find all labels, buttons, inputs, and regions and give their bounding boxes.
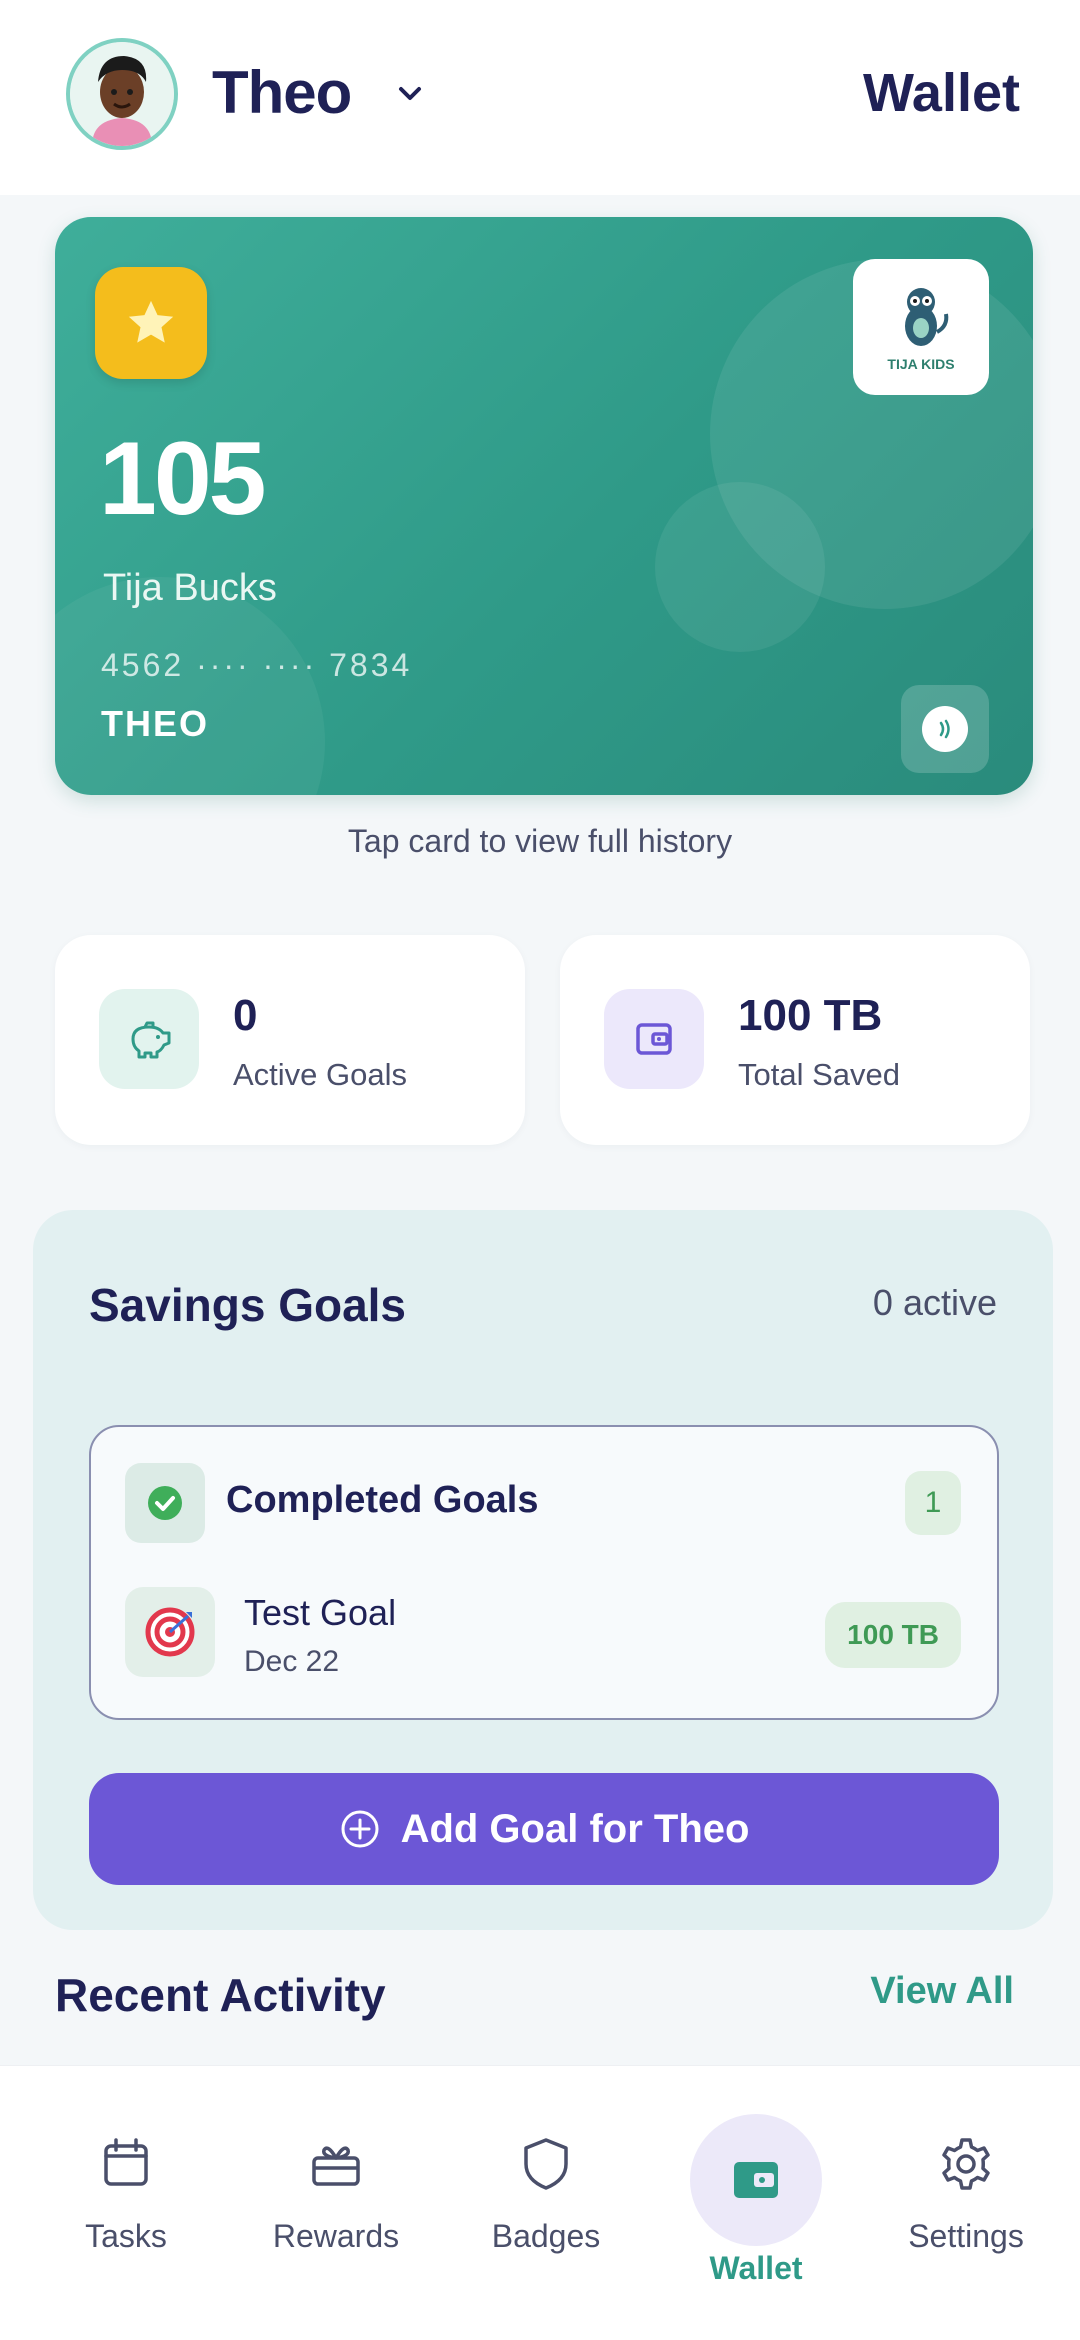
target-icon bbox=[125, 1587, 215, 1677]
wallet-icon bbox=[690, 2114, 822, 2246]
bottom-nav: Tasks Rewards Badges Wallet Settings bbox=[0, 2065, 1080, 2340]
active-goals-label: Active Goals bbox=[233, 1057, 408, 1092]
tija-kids-logo: TIJA KIDS bbox=[853, 259, 989, 395]
card-holder-name: THEO bbox=[101, 703, 210, 744]
savings-goals-count: 0 active bbox=[872, 1282, 997, 1323]
nav-label-tasks: Tasks bbox=[85, 2218, 167, 2254]
nav-item-rewards[interactable]: Rewards bbox=[228, 2066, 444, 2340]
shield-icon bbox=[506, 2124, 586, 2204]
main-content: TIJA KIDS 105 Tija Bucks 4562 ···· ···· … bbox=[0, 195, 1080, 2065]
savings-goals-title: Savings Goals bbox=[89, 1279, 407, 1331]
logo-text: TIJA KIDS bbox=[887, 356, 955, 372]
view-all-link[interactable]: View All bbox=[870, 1970, 1014, 2013]
card-hint-text: Tap card to view full history bbox=[347, 823, 733, 859]
card-number: 4562 ···· ···· 7834 bbox=[101, 647, 413, 683]
wallet-card[interactable]: TIJA KIDS 105 Tija Bucks 4562 ···· ···· … bbox=[55, 217, 1033, 795]
goal-amount-badge: 100 TB bbox=[825, 1602, 961, 1668]
active-goals-value: 0 bbox=[233, 991, 258, 1040]
avatar[interactable] bbox=[66, 38, 178, 150]
piggy-bank-icon bbox=[99, 989, 199, 1089]
gift-icon bbox=[296, 2124, 376, 2204]
plus-circle-icon bbox=[341, 1810, 379, 1848]
calendar-icon bbox=[86, 2124, 166, 2204]
nav-label-badges: Badges bbox=[491, 2218, 601, 2254]
recent-activity-title: Recent Activity bbox=[55, 1969, 386, 2021]
savings-goals-panel: Savings Goals 0 active Completed Goals 1 bbox=[33, 1210, 1053, 1930]
completed-goals-title: Completed Goals bbox=[226, 1479, 539, 1521]
completed-goals-section[interactable]: Completed Goals 1 Test Goal Dec 22 100 T… bbox=[89, 1425, 999, 1720]
profile-name[interactable]: Theo bbox=[212, 58, 352, 127]
nav-label-wallet: Wallet bbox=[709, 2250, 803, 2286]
add-goal-label: Add Goal for Theo bbox=[400, 1806, 750, 1851]
app-header: Theo Wallet bbox=[0, 0, 1080, 195]
nav-label-rewards: Rewards bbox=[272, 2218, 400, 2254]
nav-item-wallet[interactable]: Wallet bbox=[648, 2066, 864, 2340]
nav-item-settings[interactable]: Settings bbox=[858, 2066, 1074, 2340]
chevron-down-icon[interactable] bbox=[392, 76, 428, 112]
page-title: Wallet bbox=[862, 63, 1020, 123]
add-goal-button[interactable]: Add Goal for Theo bbox=[89, 1773, 999, 1885]
goal-date: Dec 22 bbox=[244, 1645, 340, 1678]
check-circle-icon bbox=[125, 1463, 205, 1543]
gear-icon bbox=[926, 2124, 1006, 2204]
total-saved-label: Total Saved bbox=[738, 1057, 900, 1092]
card-currency-label: Tija Bucks bbox=[103, 567, 277, 609]
nav-item-tasks[interactable]: Tasks bbox=[18, 2066, 234, 2340]
active-goals-card: 0 Active Goals bbox=[55, 935, 525, 1145]
wallet-icon bbox=[604, 989, 704, 1089]
card-balance: 105 bbox=[99, 421, 267, 537]
card-decoration bbox=[655, 482, 825, 652]
total-saved-value: 100 TB bbox=[738, 991, 883, 1040]
nav-label-settings: Settings bbox=[908, 2218, 1024, 2254]
goal-name[interactable]: Test Goal bbox=[244, 1592, 396, 1634]
completed-goals-count-badge: 1 bbox=[905, 1471, 961, 1535]
star-icon bbox=[95, 267, 207, 379]
total-saved-card: 100 TB Total Saved bbox=[560, 935, 1030, 1145]
nav-item-badges[interactable]: Badges bbox=[438, 2066, 654, 2340]
contactless-button[interactable] bbox=[901, 685, 989, 773]
contactless-icon bbox=[922, 706, 968, 752]
